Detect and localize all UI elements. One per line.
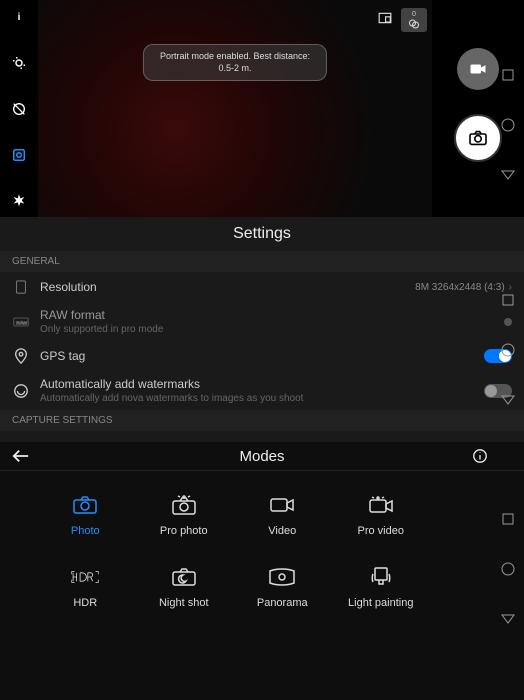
section-general: GENERAL xyxy=(0,251,524,272)
mode-label: Night shot xyxy=(159,597,209,609)
modes-grid: Photo Pro photo Video Pro video HDR Nigh… xyxy=(0,471,442,631)
raw-icon: RAW xyxy=(12,316,30,328)
camera-viewfinder-panel: i 0 Portrait mode enabled. Best distance… xyxy=(0,0,524,217)
watermark-label: Automatically add watermarks xyxy=(40,377,474,391)
nav-back[interactable] xyxy=(501,293,515,307)
chevron-right-icon: › xyxy=(509,282,512,293)
mode-pro-video[interactable]: Pro video xyxy=(332,479,431,551)
resolution-value: 8M 3264x2448 (4:3) xyxy=(415,282,505,293)
nav-home[interactable] xyxy=(501,118,515,132)
nav-back[interactable] xyxy=(501,512,515,526)
modes-panel: Modes Photo Pro photo Video Pro video HD… xyxy=(0,442,524,700)
mode-pro-photo[interactable]: Pro photo xyxy=(135,479,234,551)
section-capture: CAPTURE SETTINGS xyxy=(0,410,524,431)
info-icon[interactable]: i xyxy=(10,8,28,26)
light-painting-icon xyxy=(367,565,395,589)
pro-photo-icon xyxy=(170,493,198,517)
photo-icon xyxy=(71,493,99,517)
aperture-icon[interactable] xyxy=(10,192,28,210)
video-icon xyxy=(268,493,296,517)
resolution-icon xyxy=(12,280,30,294)
mode-light-painting[interactable]: Light painting xyxy=(332,551,431,623)
resolution-label: Resolution xyxy=(40,280,405,294)
toast-line2: 0.5-2 m. xyxy=(160,63,310,75)
settings-panel: Settings GENERAL Resolution 8M 3264x2448… xyxy=(0,217,524,442)
gps-label: GPS tag xyxy=(40,349,474,363)
settings-title: Settings xyxy=(0,217,524,251)
mode-video[interactable]: Video xyxy=(233,479,332,551)
info-circle-icon[interactable] xyxy=(472,448,488,464)
row-resolution[interactable]: Resolution 8M 3264x2448 (4:3) › xyxy=(0,272,524,302)
toast-line1: Portrait mode enabled. Best distance: xyxy=(160,51,310,63)
mode-label: Video xyxy=(268,525,296,537)
nav-buttons-2 xyxy=(492,293,524,407)
nav-buttons-1 xyxy=(492,68,524,182)
mode-panorama[interactable]: Panorama xyxy=(233,551,332,623)
mode-night-shot[interactable]: Night shot xyxy=(135,551,234,623)
mode-label: Panorama xyxy=(257,597,308,609)
flash-icon[interactable] xyxy=(10,100,28,118)
row-raw: RAW RAW format Only supported in pro mod… xyxy=(0,302,524,341)
mode-label: Photo xyxy=(71,525,100,537)
pro-video-icon xyxy=(367,493,395,517)
portrait-mode-icon[interactable] xyxy=(10,146,28,164)
watermark-sub: Automatically add nova watermarks to ima… xyxy=(40,393,474,404)
filter-button[interactable]: 0 xyxy=(401,8,427,32)
aspect-ratio-button[interactable] xyxy=(375,8,395,28)
row-gps[interactable]: GPS tag xyxy=(0,341,524,371)
gps-icon xyxy=(12,348,30,364)
hdr-icon xyxy=(71,565,99,589)
mode-label: Pro photo xyxy=(160,525,208,537)
modes-title: Modes xyxy=(239,448,284,465)
nav-buttons-3 xyxy=(492,512,524,626)
mode-photo[interactable]: Photo xyxy=(36,479,135,551)
watermark-icon xyxy=(12,383,30,399)
nav-recent[interactable] xyxy=(501,168,515,182)
row-watermark[interactable]: Automatically add watermarks Automatical… xyxy=(0,371,524,410)
nav-home[interactable] xyxy=(501,562,515,576)
mode-label: HDR xyxy=(73,597,97,609)
back-arrow-icon[interactable] xyxy=(12,449,30,463)
mode-label: Light painting xyxy=(348,597,413,609)
nav-home[interactable] xyxy=(501,343,515,357)
viewfinder[interactable]: 0 Portrait mode enabled. Best distance: … xyxy=(38,0,432,217)
mode-label: Pro video xyxy=(358,525,404,537)
raw-sub: Only supported in pro mode xyxy=(40,324,494,335)
raw-label: RAW format xyxy=(40,308,494,322)
nav-back[interactable] xyxy=(501,68,515,82)
night-icon xyxy=(170,565,198,589)
portrait-toast: Portrait mode enabled. Best distance: 0.… xyxy=(143,44,327,81)
camera-left-toolbar: i xyxy=(0,0,38,217)
panorama-icon xyxy=(268,565,296,589)
lens-switch-icon[interactable] xyxy=(10,54,28,72)
svg-text:RAW: RAW xyxy=(16,320,27,326)
nav-recent[interactable] xyxy=(501,612,515,626)
filter-badge: 0 xyxy=(412,11,416,18)
nav-recent[interactable] xyxy=(501,393,515,407)
camera-top-buttons: 0 xyxy=(375,8,427,32)
mode-hdr[interactable]: HDR xyxy=(36,551,135,623)
